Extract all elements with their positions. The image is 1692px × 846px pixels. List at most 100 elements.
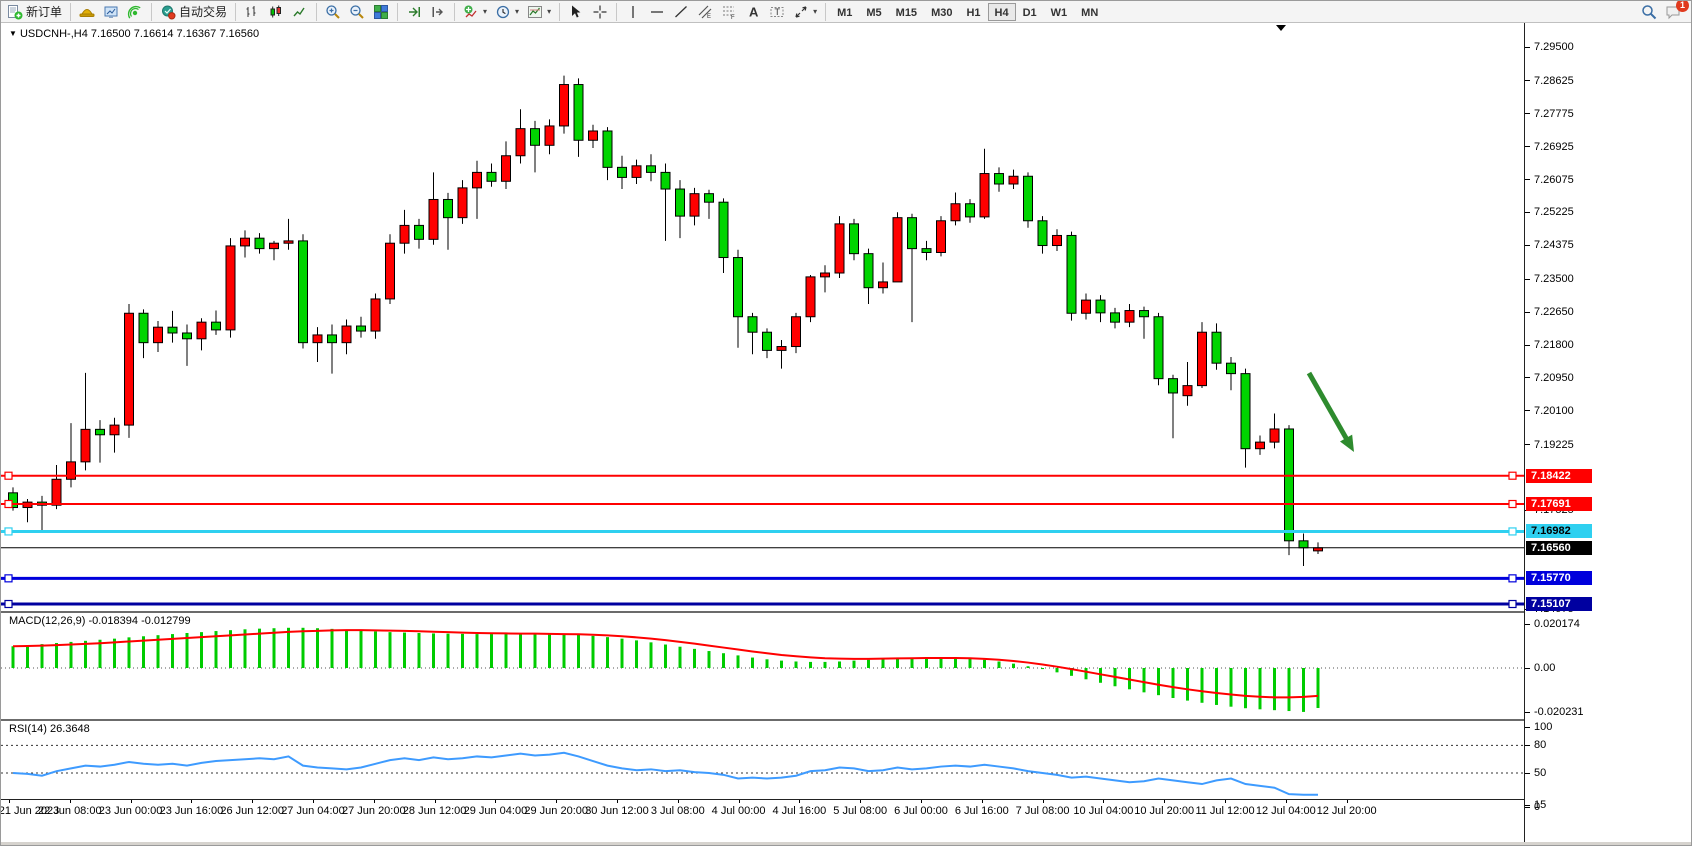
timeframe-button-m1[interactable]: M1 — [830, 3, 859, 21]
candle-body — [1241, 374, 1250, 449]
time-axis-label: 12 Jul 04:00 — [1256, 805, 1316, 817]
profiles-button[interactable] — [99, 2, 123, 22]
svg-text:T: T — [775, 7, 781, 17]
axis-tick-mark — [1525, 377, 1530, 378]
signals-button[interactable] — [123, 2, 147, 22]
crosshair-button[interactable] — [588, 2, 612, 22]
price-level-label: 7.18422 — [1526, 469, 1592, 483]
templates-button[interactable]: ▾ — [523, 2, 555, 22]
line-handle[interactable] — [5, 601, 12, 608]
arrows-button[interactable]: ▾ — [789, 2, 821, 22]
line-handle[interactable] — [5, 528, 12, 535]
periods-icon — [495, 4, 511, 20]
rsi-pane[interactable] — [1, 721, 1524, 799]
auto-scroll-button[interactable] — [402, 2, 426, 22]
horizontal-line-button[interactable] — [645, 2, 669, 22]
axis-tick-mark — [1525, 773, 1530, 774]
zoom-in-button[interactable] — [321, 2, 345, 22]
price-level-label: 7.15107 — [1526, 597, 1592, 611]
time-axis-label: 29 Jun 20:00 — [524, 805, 588, 817]
chart-shift-button[interactable] — [426, 2, 450, 22]
cursor-button[interactable] — [564, 2, 588, 22]
svg-text:A: A — [749, 4, 759, 19]
svg-text:F: F — [731, 15, 735, 20]
equidistant-channel-button[interactable]: E — [693, 2, 717, 22]
candle-body — [951, 204, 960, 221]
timeframe-button-m15[interactable]: M15 — [889, 3, 924, 21]
timeframe-button-h1[interactable]: H1 — [959, 3, 987, 21]
chart-shift-marker[interactable] — [1276, 25, 1286, 31]
axis-tick-mark — [1525, 212, 1530, 213]
main-chart-pane[interactable] — [1, 24, 1524, 611]
candle-body — [879, 282, 888, 288]
time-axis[interactable]: 21 Jun 202322 Jun 08:0023 Jun 00:0023 Ju… — [1, 799, 1524, 821]
line-handle[interactable] — [5, 501, 12, 508]
line-chart-icon — [292, 4, 308, 20]
chart-title[interactable]: ▼ USDCNH-,H4 7.16500 7.16614 7.16367 7.1… — [9, 28, 259, 40]
zoom-out-button[interactable] — [345, 2, 369, 22]
timeframe-button-m5[interactable]: M5 — [859, 3, 888, 21]
candlestick-chart-button[interactable] — [264, 2, 288, 22]
vertical-line-button[interactable] — [621, 2, 645, 22]
time-axis-label: 11 Jul 12:00 — [1195, 805, 1254, 817]
line-handle[interactable] — [1509, 501, 1516, 508]
axis-tick-mark — [1525, 312, 1530, 313]
rsi-axis-tick: 100 — [1525, 720, 1552, 734]
text-button[interactable]: A — [741, 2, 765, 22]
timeframe-button-m30[interactable]: M30 — [924, 3, 959, 21]
candle-body — [1212, 332, 1221, 363]
candle-body — [922, 249, 931, 253]
line-handle[interactable] — [1509, 601, 1516, 608]
axis-tick-mark — [1525, 712, 1530, 713]
tile-windows-button[interactable] — [369, 2, 393, 22]
chart-area[interactable]: ▼ USDCNH-,H4 7.16500 7.16614 7.16367 7.1… — [1, 23, 1692, 842]
line-chart-button[interactable] — [288, 2, 312, 22]
bar-chart-icon — [244, 4, 260, 20]
timeframe-button-w1[interactable]: W1 — [1044, 3, 1075, 21]
svg-text:E: E — [707, 14, 711, 20]
line-handle[interactable] — [1509, 472, 1516, 479]
candle-body — [357, 326, 366, 331]
notifications-button[interactable]: 1 — [1661, 2, 1685, 22]
time-axis-tick — [1103, 800, 1104, 803]
time-axis-tick — [739, 800, 740, 803]
dropdown-caret-icon: ▾ — [483, 7, 487, 16]
candle-body — [1285, 429, 1294, 541]
periods-button[interactable]: ▾ — [491, 2, 523, 22]
text-label-button[interactable]: T — [765, 2, 789, 22]
candle-body — [647, 166, 656, 173]
candle-body — [980, 174, 989, 217]
main-toolbar: 新订单自动交易▾▾▾EFAT▾M1M5M15M30H1H4D1W1MN1 — [1, 1, 1692, 23]
candle-body — [690, 194, 699, 216]
time-axis-label: 27 Jun 04:00 — [281, 805, 345, 817]
symbol-dropdown-icon[interactable]: ▼ — [9, 29, 17, 38]
time-axis-tick — [70, 800, 71, 803]
time-axis-label: 12 Jul 20:00 — [1317, 805, 1377, 817]
candle-chart-icon — [268, 4, 284, 20]
expert-advisors-button[interactable] — [75, 2, 99, 22]
time-axis-label: 4 Jul 00:00 — [712, 805, 766, 817]
line-handle[interactable] — [5, 575, 12, 582]
line-handle[interactable] — [5, 472, 12, 479]
autotrading-button[interactable]: 自动交易 — [156, 2, 231, 22]
time-axis-label: 23 Jun 16:00 — [160, 805, 224, 817]
timeframe-button-h4[interactable]: H4 — [988, 3, 1016, 21]
bar-chart-button[interactable] — [240, 2, 264, 22]
search-button[interactable] — [1637, 2, 1661, 22]
fibonacci-button[interactable]: F — [717, 2, 741, 22]
macd-pane[interactable] — [1, 613, 1524, 719]
line-handle[interactable] — [1509, 575, 1516, 582]
candle-body — [1256, 442, 1265, 449]
line-handle[interactable] — [1509, 528, 1516, 535]
vline-icon — [625, 4, 641, 20]
trendline-button[interactable] — [669, 2, 693, 22]
toolbar-separator — [151, 3, 152, 21]
indicators-button[interactable]: ▾ — [459, 2, 491, 22]
candle-body — [618, 167, 627, 177]
timeframe-button-d1[interactable]: D1 — [1016, 3, 1044, 21]
toolbar-separator — [825, 3, 826, 21]
timeframe-button-mn[interactable]: MN — [1074, 3, 1105, 21]
price-axis[interactable]: 7.295007.286257.277757.269257.260757.252… — [1524, 23, 1692, 842]
new-order-button[interactable]: 新订单 — [3, 2, 66, 22]
trend-arrow-shaft[interactable] — [1309, 373, 1348, 442]
